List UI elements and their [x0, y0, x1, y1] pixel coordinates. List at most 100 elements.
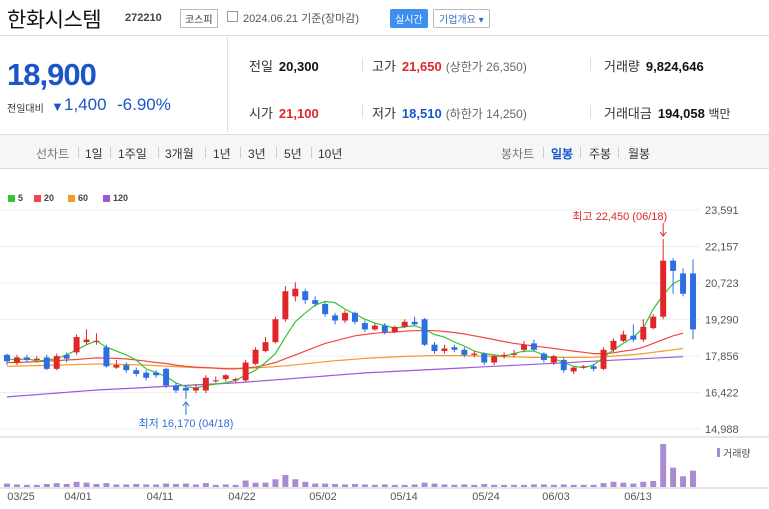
candle-body [322, 303, 329, 315]
period-1d[interactable]: 1일 [85, 145, 103, 162]
volume-legend-label: 거래량 [723, 448, 751, 460]
candle-monthly[interactable]: 월봉 [628, 145, 650, 162]
y-tick-label: 23,591 [705, 205, 739, 217]
candle-body [272, 319, 279, 343]
candle-body [630, 335, 637, 340]
volume-bar [640, 481, 647, 487]
candle-body [163, 368, 170, 386]
ma20-line [7, 329, 684, 370]
volume-bar [530, 484, 537, 487]
stat-amount: 거래대금 194,058 백만 [604, 106, 731, 121]
volume-bar [650, 480, 657, 487]
change-percent: -6.90% [117, 95, 171, 114]
candle-body [83, 339, 90, 343]
stat-low: 저가 18,510 (하한가 14,250) [372, 106, 527, 121]
volume-bar [491, 484, 498, 487]
legend-ma120: 120 [103, 193, 128, 203]
period-5y[interactable]: 5년 [284, 145, 302, 162]
volume-bar [153, 484, 160, 487]
volume-legend-swatch [717, 448, 720, 457]
candle-body [670, 260, 677, 271]
legend-ma60: 60 [68, 193, 88, 203]
candle-body [451, 347, 458, 350]
candle-body [391, 326, 398, 332]
volume-bar [192, 484, 199, 487]
ma120-line [6, 356, 684, 398]
candle-chart-label[interactable]: 봉차트 [501, 145, 534, 162]
candle-body [93, 340, 100, 342]
volume-bar [391, 484, 398, 487]
x-tick-label: 03/25 [7, 491, 35, 503]
candle-body [461, 349, 468, 355]
period-10y[interactable]: 10년 [318, 145, 342, 162]
volume-bar [242, 480, 249, 487]
period-3m[interactable]: 3개월 [165, 145, 194, 162]
candle-body [650, 316, 657, 329]
volume-bar [163, 483, 170, 487]
candle-daily[interactable]: 일봉 [551, 145, 573, 162]
ma5-swatch [8, 195, 15, 203]
volume-bar [232, 484, 239, 487]
calendar-icon [227, 11, 238, 22]
candle-body [143, 372, 150, 378]
x-tick-label: 05/24 [472, 491, 500, 503]
volume-bar [690, 470, 696, 487]
volume-bar [550, 484, 557, 487]
candle-body [590, 366, 597, 369]
legend-ma5: 5 [8, 193, 23, 203]
legend-ma20: 20 [34, 193, 54, 203]
period-1y[interactable]: 1년 [213, 145, 231, 162]
candle-body [481, 353, 488, 363]
line-chart-label[interactable]: 선차트 [36, 145, 69, 162]
period-3y[interactable]: 3년 [248, 145, 266, 162]
x-tick-label: 05/14 [390, 491, 418, 503]
volume-bar [361, 484, 368, 487]
high-arrow-head [659, 231, 667, 237]
ma60-swatch [68, 195, 75, 203]
stock-name[interactable]: 한화시스템 [7, 4, 102, 34]
ma20-swatch [34, 195, 41, 203]
volume-bar [123, 484, 130, 487]
low-arrow-head [182, 401, 190, 407]
candle-body [23, 357, 30, 360]
company-info-button[interactable]: 기업개요 ▾ [433, 9, 490, 28]
chevron-down-icon: ▾ [478, 15, 484, 26]
change-value: 1,400 [64, 95, 107, 114]
volume-bar [103, 483, 110, 487]
candle-body [501, 354, 508, 357]
candle-body [282, 291, 289, 320]
candle-body [361, 323, 368, 330]
volume-bar [262, 482, 269, 487]
candle-body [471, 353, 478, 355]
candle-body [560, 359, 567, 371]
candle-body [4, 354, 10, 362]
candle-body [550, 356, 557, 363]
volume-bar [411, 484, 418, 487]
candle-body [182, 387, 189, 391]
volume-bar [222, 484, 229, 487]
candle-body [351, 312, 358, 322]
volume-bar [501, 484, 508, 487]
candle-body [302, 291, 309, 301]
candle-body [113, 365, 120, 368]
candle-body [491, 356, 498, 363]
realtime-button[interactable]: 실시간 [390, 9, 428, 28]
ma5-line [6, 277, 684, 389]
candle-body [381, 325, 388, 332]
volume-bar [302, 481, 309, 487]
volume-bar [202, 483, 209, 487]
candle-body [153, 372, 160, 376]
candle-body [530, 343, 537, 350]
volume-bar [73, 481, 80, 487]
candle-body [610, 340, 617, 350]
volume-bar [63, 483, 70, 487]
volume-bar [332, 483, 339, 487]
candle-body [13, 357, 20, 363]
volume-bar [113, 484, 120, 487]
candle-body [212, 380, 219, 382]
candle-body [192, 387, 199, 391]
period-1w[interactable]: 1주일 [118, 145, 147, 162]
candle-body [431, 344, 438, 352]
candle-weekly[interactable]: 주봉 [589, 145, 611, 162]
candle-body [222, 375, 229, 380]
